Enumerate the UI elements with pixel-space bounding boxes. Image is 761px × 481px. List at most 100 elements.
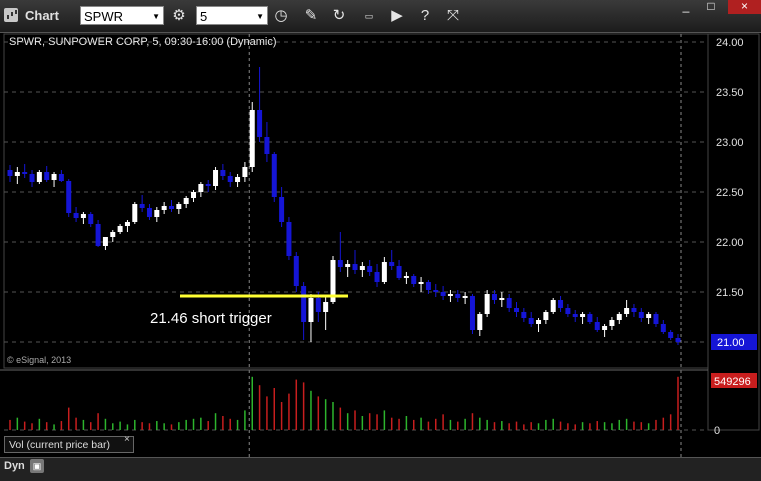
candle-body <box>381 262 387 282</box>
candle-body <box>528 318 534 324</box>
draw-pencil-icon[interactable]: ✎ <box>302 7 320 25</box>
candle-body <box>301 286 307 322</box>
candle-body <box>624 308 630 314</box>
candle-body <box>616 314 622 320</box>
candle-body <box>374 272 380 282</box>
help-icon[interactable]: ? <box>416 7 434 25</box>
candle-body <box>44 172 50 180</box>
symbol-input[interactable]: SPWR ▼ <box>80 6 164 25</box>
chevron-down-icon[interactable]: ▼ <box>152 7 160 26</box>
candle-body <box>220 170 226 176</box>
window-title: Chart <box>25 8 59 23</box>
candle-body <box>337 260 343 267</box>
candle-body <box>154 210 160 217</box>
dynamic-mode-label: Dyn <box>4 460 25 472</box>
candle-body <box>660 324 666 332</box>
candle-body <box>359 266 365 270</box>
price-axis: 24.0023.5023.0022.5022.0021.5021.0021.00 <box>707 33 760 431</box>
volume-study-label[interactable]: Vol (current price bar) <box>4 436 134 453</box>
volume-zero-label: 0 <box>714 425 720 437</box>
candle-body <box>213 170 219 186</box>
last-price-label: 21.00 <box>717 337 745 349</box>
candle-body <box>146 208 152 217</box>
symbol-settings-icon[interactable]: ⚙ <box>170 7 188 25</box>
candle-body <box>73 213 79 218</box>
candle-body <box>95 224 101 246</box>
candle-body <box>447 294 453 296</box>
candle-body <box>235 177 241 182</box>
candle-body <box>609 320 615 326</box>
candle-body <box>242 167 248 177</box>
close-button[interactable]: × <box>728 0 761 14</box>
reload-icon[interactable]: ↻ <box>330 7 348 25</box>
candle-body <box>161 206 167 210</box>
interval-value: 5 <box>200 9 208 24</box>
chart-header: SPWR, SUNPOWER CORP, 5, 09:30-16:00 (Dyn… <box>9 36 277 48</box>
candle-body <box>418 282 424 284</box>
candle-body <box>403 276 409 278</box>
candle-body <box>469 296 475 330</box>
price-tick-label: 21.50 <box>716 287 744 299</box>
candle-body <box>191 192 197 198</box>
interval-select[interactable]: 5 ▼ <box>196 6 268 25</box>
candle-body <box>411 276 417 284</box>
candle-body <box>425 282 431 290</box>
candle-body <box>264 137 270 154</box>
candle-body <box>315 298 321 312</box>
candle-body <box>102 237 108 246</box>
refresh-history-icon[interactable]: ◷ <box>272 7 290 25</box>
close-icon[interactable]: × <box>124 434 130 445</box>
candle-body <box>602 326 608 330</box>
candle-body <box>587 314 593 322</box>
candle-body <box>205 184 211 186</box>
volume-value-label: 549296 <box>714 376 751 388</box>
cursor-tool-icon[interactable]: ⤧ <box>444 7 462 25</box>
candle-body <box>227 176 233 182</box>
price-chart[interactable]: 24.0023.5023.0022.5022.0021.5021.0021.00… <box>0 32 761 480</box>
candle-body <box>580 314 586 317</box>
quote-ticket-icon[interactable]: ▭ <box>360 7 378 25</box>
trigger-annotation: 21.46 short trigger <box>150 310 272 327</box>
candle-body <box>257 110 263 137</box>
chevron-down-icon[interactable]: ▼ <box>256 7 264 26</box>
candle-body <box>594 322 600 330</box>
candle-body <box>558 300 564 308</box>
candle-body <box>491 294 497 300</box>
symbol-value: SPWR <box>84 9 123 24</box>
candle-body <box>477 314 483 330</box>
price-tick-label: 22.50 <box>716 187 744 199</box>
play-icon[interactable]: ▶ <box>388 7 406 25</box>
candle-body <box>36 172 42 182</box>
maximize-button[interactable]: □ <box>700 0 722 14</box>
price-tick-label: 22.00 <box>716 237 744 249</box>
candle-body <box>462 296 468 298</box>
grid-lines <box>3 33 709 457</box>
candle-body <box>455 294 461 298</box>
candle-body <box>506 298 512 308</box>
copyright-text: © eSignal, 2013 <box>7 355 72 365</box>
candle-body <box>66 181 72 213</box>
candle-body <box>440 292 446 296</box>
candle-body <box>345 264 351 267</box>
candle-body <box>396 266 402 278</box>
candle-body <box>433 290 439 292</box>
candle-body <box>543 312 549 320</box>
candle-body <box>352 264 358 270</box>
candle-body <box>572 314 578 317</box>
candle-body <box>536 320 542 324</box>
candle-body <box>499 298 505 300</box>
candle-body <box>132 204 138 222</box>
price-tick-label: 23.00 <box>716 137 744 149</box>
candle-body <box>653 314 659 324</box>
candle-body <box>308 298 314 322</box>
price-pane-frame <box>3 33 709 369</box>
candle-body <box>88 214 94 224</box>
candle-body <box>638 312 644 318</box>
candle-body <box>7 170 13 176</box>
candle-body <box>521 312 527 318</box>
volume-pane: 549296 0 <box>0 369 757 437</box>
lock-icon[interactable]: ▣ <box>30 459 44 473</box>
candle-body <box>183 198 189 204</box>
bottom-bar <box>0 457 761 481</box>
minimize-button[interactable]: _ <box>675 0 697 14</box>
